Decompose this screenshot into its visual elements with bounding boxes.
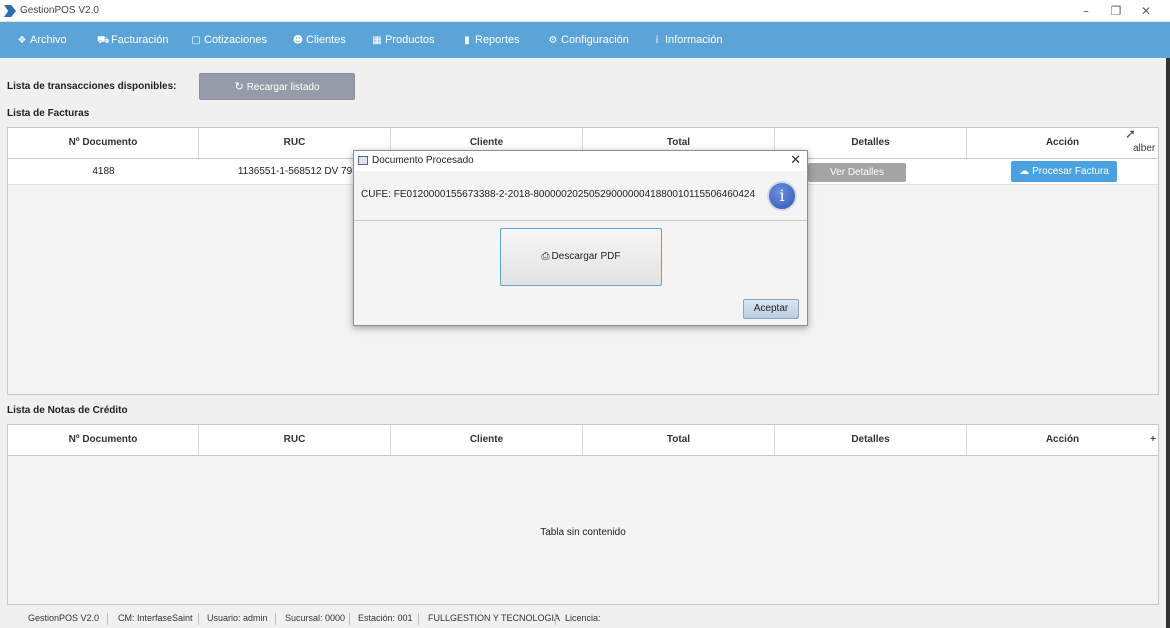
col-header-documento[interactable]: Nº Documento	[8, 425, 199, 455]
window-titlebar: GestionPOS V2.0 – ❐ ✕	[0, 0, 1170, 22]
menu-label: Reportes	[475, 34, 520, 46]
status-bar: GestionPOS V2.0 CM: InterfaseSaint Usuar…	[0, 610, 1170, 628]
cubes-icon: ❖	[17, 35, 27, 46]
grid-icon: ▦	[372, 35, 382, 46]
menu-configuracion[interactable]: ⚙ Configuración	[547, 32, 629, 48]
menu-label: Productos	[385, 34, 435, 46]
menu-label: Clientes	[306, 34, 346, 46]
minimize-button[interactable]: –	[1074, 2, 1098, 20]
status-separator	[107, 613, 108, 625]
bar-chart-icon: ▮	[464, 35, 470, 46]
status-estacion: Estación: 001	[358, 613, 413, 623]
facturas-title: Lista de Facturas	[7, 108, 90, 119]
users-icon: ☻	[292, 35, 304, 46]
col-header-accion[interactable]: Acción	[967, 425, 1158, 455]
add-column-button[interactable]: +	[1150, 425, 1156, 455]
transactions-label: Lista de transacciones disponibles:	[7, 81, 177, 92]
app-logo-icon	[4, 5, 16, 17]
status-separator	[198, 613, 199, 625]
download-pdf-button[interactable]: ⎙ Descargar PDF	[500, 228, 662, 286]
status-cm: CM: InterfaseSaint	[118, 613, 193, 623]
view-details-button[interactable]: Ver Detalles	[808, 163, 906, 182]
col-header-total[interactable]: Total	[583, 425, 775, 455]
menu-label: Facturación	[111, 34, 169, 46]
overflow-text: alber	[1133, 143, 1156, 154]
col-header-cliente[interactable]: Cliente	[391, 425, 583, 455]
document-processed-dialog: Documento Procesado ✕ CUFE: FE0120000155…	[353, 150, 808, 326]
notas-title: Lista de Notas de Crédito	[7, 405, 128, 416]
gear-icon: ⚙	[548, 35, 558, 46]
status-separator	[349, 613, 350, 625]
document-icon: ▢	[191, 35, 201, 46]
refresh-icon: ↻	[234, 80, 244, 93]
status-separator	[275, 613, 276, 625]
window-title: GestionPOS V2.0	[20, 5, 99, 16]
reload-list-button[interactable]: ↻ Recargar listado	[199, 73, 355, 100]
info-icon: i	[767, 181, 797, 211]
status-empresa: FULLGESTION Y TECNOLOGIA	[428, 613, 561, 623]
menu-facturacion[interactable]: ⛟Facturación	[97, 32, 168, 48]
dialog-close-button[interactable]: ✕	[790, 153, 801, 168]
col-header-documento[interactable]: Nº Documento	[8, 128, 199, 158]
main-menu-bar: ❖ Archivo ⛟Facturación ▢ Cotizaciones ☻ Cli…	[0, 22, 1170, 58]
cloud-upload-icon: ☁	[1019, 166, 1030, 177]
menu-label: Cotizaciones	[204, 34, 267, 46]
mouse-cursor-icon: ➚	[1125, 127, 1136, 142]
download-pdf-label: Descargar PDF	[551, 251, 621, 262]
cell-documento: 4188	[92, 166, 115, 177]
pdf-file-icon: ⎙	[541, 251, 550, 262]
notas-table-header: Nº Documento RUC Cliente Total Detalles …	[8, 425, 1158, 456]
cart-icon: ⛟	[97, 35, 110, 46]
dialog-divider	[354, 220, 807, 221]
menu-cotizaciones[interactable]: ▢ Cotizaciones	[190, 32, 267, 48]
restore-button[interactable]: ❐	[1104, 2, 1128, 20]
window-icon	[358, 156, 368, 165]
menu-archivo[interactable]: ❖ Archivo	[16, 32, 67, 48]
menu-informacion[interactable]: i Información	[651, 32, 723, 48]
dialog-title: Documento Procesado	[372, 155, 474, 166]
menu-clientes[interactable]: ☻ Clientes	[292, 32, 346, 48]
accept-button[interactable]: Aceptar	[743, 299, 799, 319]
col-header-ruc[interactable]: RUC	[199, 425, 391, 455]
menu-label: Configuración	[561, 34, 629, 46]
status-separator	[555, 613, 556, 625]
status-licencia: Licencia:	[565, 613, 601, 623]
info-icon: i	[655, 35, 659, 46]
status-usuario: Usuario: admin	[207, 613, 268, 623]
menu-label: Archivo	[30, 34, 67, 46]
dialog-titlebar: Documento Procesado ✕	[354, 151, 807, 171]
cufe-text: CUFE: FE0120000155673388-2-2018-80000020…	[361, 189, 756, 200]
empty-table-message: Tabla sin contenido	[540, 527, 626, 538]
col-header-detalles[interactable]: Detalles	[775, 425, 967, 455]
reload-label: Recargar listado	[246, 82, 320, 93]
menu-reportes[interactable]: ▮ Reportes	[461, 32, 520, 48]
window-edge	[1166, 58, 1170, 628]
menu-productos[interactable]: ▦ Productos	[371, 32, 435, 48]
status-app: GestionPOS V2.0	[28, 613, 100, 623]
status-sucursal: Sucursal: 0000	[285, 613, 346, 623]
status-separator	[418, 613, 419, 625]
window-close-button[interactable]: ✕	[1134, 2, 1158, 20]
process-invoice-label: Procesar Factura	[1032, 166, 1109, 177]
menu-label: Información	[665, 34, 723, 46]
process-invoice-button[interactable]: ☁ Procesar Factura	[1011, 161, 1117, 182]
notas-table: Nº Documento RUC Cliente Total Detalles …	[7, 424, 1159, 605]
